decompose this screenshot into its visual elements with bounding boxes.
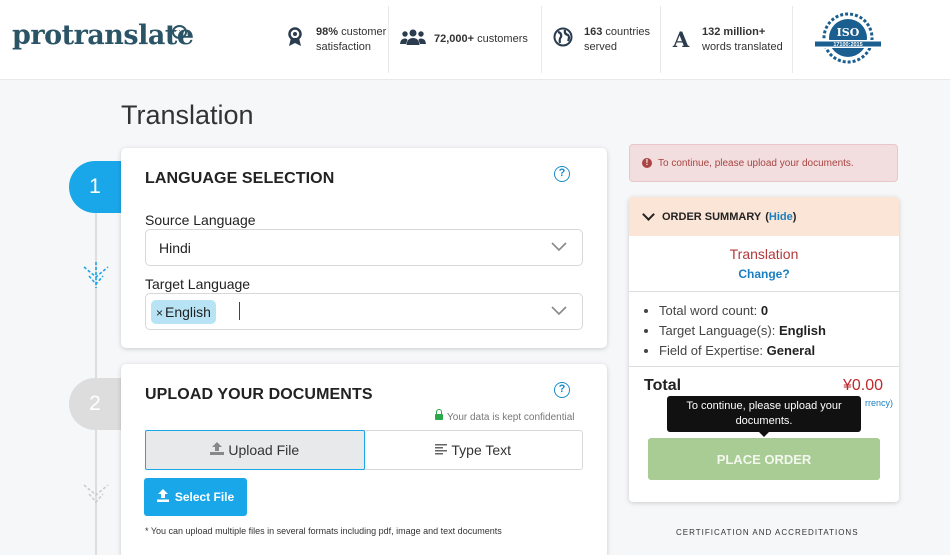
divider <box>629 366 899 367</box>
stat-text: customers <box>474 33 528 45</box>
award-icon <box>282 26 308 53</box>
target-language-label: Target Language <box>145 276 251 292</box>
remove-tag-icon[interactable]: × <box>156 306 163 320</box>
iso-title: ISO <box>837 26 860 39</box>
order-details-list: Total word count: 0 Target Language(s): … <box>659 301 826 361</box>
hide-link[interactable]: Hide <box>769 211 793 223</box>
detail-label: Total word count: <box>659 303 761 318</box>
detail-label: Target Language(s): <box>659 323 779 338</box>
certification-heading: CERTIFICATION AND ACCREDITATIONS <box>676 528 859 537</box>
stat-bold: 72,000+ <box>434 33 475 45</box>
source-language-select[interactable]: Hindi <box>145 229 583 266</box>
tooltip: To continue, please upload your document… <box>667 396 861 437</box>
section-title: UPLOAD YOUR DOCUMENTS <box>145 386 373 403</box>
target-language-select[interactable]: × English <box>145 293 583 330</box>
chat-bubble-icon: ··· <box>172 25 187 39</box>
chevron-down-icon <box>83 484 109 504</box>
change-service-link[interactable]: Change? <box>629 267 899 281</box>
upload-formats-note: * You can upload multiple files in sever… <box>145 526 502 536</box>
order-summary-header[interactable]: ORDER SUMMARY (Hide) <box>629 197 899 236</box>
total-value: ¥0.00 <box>842 377 883 394</box>
language-tag-label: English <box>165 304 211 320</box>
step-1-badge: 1 <box>69 161 125 213</box>
logo[interactable]: protranslate <box>12 20 194 51</box>
total-label: Total <box>644 377 682 394</box>
iso-certification-badge: ISO 17100:2015 <box>813 12 883 64</box>
source-language-label: Source Language <box>145 212 256 228</box>
select-file-button[interactable]: Select File <box>144 478 247 516</box>
stat-countries: 163 countries served <box>550 6 654 73</box>
select-file-label: Select File <box>174 490 235 504</box>
stat-satisfaction: 98% customer satisfaction <box>282 6 388 73</box>
divider <box>541 6 542 73</box>
detail-label: Field of Expertise: <box>659 343 767 358</box>
page-title: Translation <box>121 100 254 130</box>
confidential-note: Your data is kept confidential <box>435 409 575 423</box>
detail-value: English <box>778 323 826 338</box>
globe-icon <box>550 27 576 53</box>
order-summary-title: ORDER SUMMARY <box>662 210 762 223</box>
order-summary-panel: ORDER SUMMARY (Hide) Translation Change?… <box>629 197 899 502</box>
divider <box>388 6 389 73</box>
top-header: protranslate ··· 98% customer satisfacti… <box>0 0 950 80</box>
step-2-badge: 2 <box>69 378 125 430</box>
lock-icon <box>435 409 443 420</box>
users-icon <box>400 28 426 52</box>
detail-value: 0 <box>760 303 769 318</box>
stat-text: words translated <box>702 40 783 53</box>
help-icon[interactable]: ? <box>554 166 570 182</box>
text-lines-icon <box>435 443 448 458</box>
upload-icon <box>156 489 169 505</box>
tab-label: Upload File <box>228 442 300 458</box>
language-selection-card: LANGUAGE SELECTION ? Source Language Hin… <box>121 148 607 348</box>
change-currency-link[interactable]: rrency) <box>865 398 893 408</box>
alert-icon: ! <box>642 158 652 168</box>
chevron-down-icon <box>551 242 567 252</box>
confidential-note-text: Your data is kept confidential <box>447 412 575 423</box>
divider <box>792 6 793 73</box>
tab-upload-file[interactable]: Upload File <box>145 430 365 470</box>
divider <box>629 291 899 292</box>
iso-standard: 17100:2015 <box>833 42 862 48</box>
stat-bold: 132 million+ <box>702 25 766 38</box>
stat-bold: 163 <box>584 25 603 38</box>
service-name: Translation <box>729 246 799 262</box>
stat-words: A 132 million+ words translated <box>668 6 786 73</box>
letter-a-icon: A <box>672 27 690 52</box>
tab-label: Type Text <box>451 442 512 458</box>
section-title: LANGUAGE SELECTION <box>145 170 335 187</box>
divider <box>660 6 661 73</box>
list-item: Total word count: 0 <box>659 301 826 321</box>
list-item: Target Language(s): English <box>659 321 826 341</box>
error-alert: ! To continue, please upload your docume… <box>629 144 898 182</box>
text-cursor <box>239 302 240 320</box>
list-item: Field of Expertise: General <box>659 341 826 361</box>
detail-value: General <box>766 343 816 358</box>
chevron-down-icon <box>642 207 655 221</box>
stat-bold: 98% <box>316 25 339 38</box>
upload-documents-card: UPLOAD YOUR DOCUMENTS ? Your data is kep… <box>121 364 607 555</box>
upload-icon <box>210 442 225 458</box>
alert-text: To continue, please upload your document… <box>658 157 854 169</box>
tab-type-text[interactable]: Type Text <box>365 431 583 469</box>
stat-customers: 72,000+ customers <box>400 6 528 73</box>
place-order-button[interactable]: PLACE ORDER <box>648 438 880 480</box>
source-language-value: Hindi <box>159 240 191 256</box>
chevron-down-icon <box>83 262 109 288</box>
chevron-down-icon <box>551 306 567 316</box>
language-tag: × English <box>151 300 216 324</box>
upload-mode-tabs: Upload File Type Text <box>145 430 583 470</box>
help-icon[interactable]: ? <box>554 382 570 398</box>
